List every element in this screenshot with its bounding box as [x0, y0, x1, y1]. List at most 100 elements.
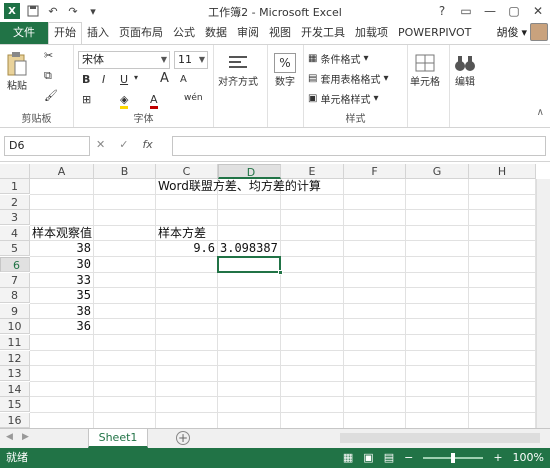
row-header-3[interactable]: 3: [0, 210, 30, 226]
column-header-g[interactable]: G: [406, 164, 469, 179]
row-header-7[interactable]: 7: [0, 272, 30, 288]
number-format-button[interactable]: % 数字: [274, 53, 296, 88]
conditional-format-button[interactable]: ▦ 条件格式 ▾: [308, 51, 368, 66]
save-icon[interactable]: [26, 4, 40, 18]
minimize-button[interactable]: —: [478, 0, 502, 22]
tab-powerpivot[interactable]: POWERPIVOT: [393, 22, 476, 44]
tab-page-layout[interactable]: 页面布局: [114, 22, 168, 44]
row-header-6[interactable]: 6: [0, 257, 30, 272]
row-header-4[interactable]: 4: [0, 225, 30, 241]
cell-a7[interactable]: 33: [30, 273, 91, 288]
row-header-9[interactable]: 9: [0, 303, 30, 319]
sheet-prev-icon[interactable]: ◀: [6, 432, 13, 442]
ribbon-display-button[interactable]: ▭: [454, 0, 478, 22]
row-header-11[interactable]: 11: [0, 335, 30, 350]
alignment-button[interactable]: 对齐方式: [218, 53, 258, 88]
cells-button[interactable]: 单元格: [410, 53, 440, 88]
cell-a10[interactable]: 36: [30, 319, 91, 334]
name-box[interactable]: D6: [4, 136, 90, 156]
column-header-f[interactable]: F: [344, 164, 406, 179]
formula-input[interactable]: [172, 136, 546, 156]
add-sheet-button[interactable]: +: [176, 431, 190, 445]
insert-function-icon[interactable]: fx: [142, 138, 152, 151]
cell-a9[interactable]: 38: [30, 304, 91, 319]
help-button[interactable]: ?: [430, 0, 454, 22]
account-area[interactable]: 胡俊 ▾: [496, 23, 548, 41]
fill-handle[interactable]: [278, 269, 283, 275]
sheet-next-icon[interactable]: ▶: [22, 432, 29, 442]
tab-insert[interactable]: 插入: [82, 22, 114, 44]
vertical-scrollbar[interactable]: [536, 179, 550, 428]
grow-font-button[interactable]: A: [160, 71, 169, 86]
cancel-icon[interactable]: ✕: [96, 138, 105, 151]
fill-color-icon[interactable]: ◈: [120, 93, 129, 109]
cell-a8[interactable]: 35: [30, 288, 91, 303]
zoom-in-icon[interactable]: +: [493, 448, 502, 468]
zoom-out-icon[interactable]: −: [404, 448, 413, 468]
undo-icon[interactable]: ↶: [46, 4, 60, 18]
italic-button[interactable]: I: [102, 73, 105, 86]
copy-icon[interactable]: ⧉: [44, 69, 52, 83]
collapse-ribbon-icon[interactable]: ∧: [537, 107, 544, 118]
cell-c5[interactable]: 9.6: [156, 241, 215, 256]
worksheet-grid[interactable]: A B C D E F G H 1 2 3 4 5 6 7 8 9 10 11 12 13 14 15 16 Word联盟方差、…: [0, 164, 550, 428]
shrink-font-button[interactable]: A: [180, 74, 187, 85]
row-header-10[interactable]: 10: [0, 319, 30, 335]
tab-home[interactable]: 开始: [48, 22, 82, 44]
cell-a4[interactable]: 样本观察值: [32, 226, 92, 241]
active-cell-cursor[interactable]: [217, 256, 281, 273]
tab-review[interactable]: 审阅: [232, 22, 264, 44]
cell-c1[interactable]: Word联盟方差、均方差的计算: [158, 179, 321, 194]
enter-icon[interactable]: ✓: [119, 138, 128, 151]
row-header-14[interactable]: 14: [0, 381, 30, 397]
zoom-slider[interactable]: [423, 453, 484, 463]
page-break-view-icon[interactable]: ▤: [384, 448, 394, 468]
row-header-12[interactable]: 12: [0, 350, 30, 366]
maximize-button[interactable]: ▢: [502, 0, 526, 22]
font-family-select[interactable]: 宋体 ▼: [78, 51, 170, 69]
column-header-e[interactable]: E: [281, 164, 344, 179]
tab-file[interactable]: 文件: [0, 22, 48, 44]
cell-a5[interactable]: 38: [30, 241, 91, 256]
bold-button[interactable]: B: [82, 73, 90, 86]
redo-icon[interactable]: ↷: [66, 4, 80, 18]
cell-a6[interactable]: 30: [30, 257, 91, 272]
phonetic-button[interactable]: wén: [184, 93, 203, 103]
account-dropdown-icon[interactable]: ▾: [521, 26, 527, 39]
zoom-level[interactable]: 100%: [513, 448, 544, 468]
underline-button[interactable]: U: [120, 73, 128, 86]
column-header-d[interactable]: D: [218, 164, 281, 179]
tab-data[interactable]: 数据: [200, 22, 232, 44]
cut-icon[interactable]: ✂: [44, 49, 53, 62]
column-header-c[interactable]: C: [156, 164, 218, 179]
tab-view[interactable]: 视图: [264, 22, 296, 44]
row-header-15[interactable]: 15: [0, 397, 30, 413]
font-color-icon[interactable]: A: [150, 93, 158, 109]
underline-dropdown-icon[interactable]: ▾: [134, 73, 138, 82]
column-header-h[interactable]: H: [469, 164, 536, 179]
tab-formulas[interactable]: 公式: [168, 22, 200, 44]
row-header-2[interactable]: 2: [0, 194, 30, 210]
border-icon[interactable]: ⊞: [82, 93, 91, 106]
cell-c4[interactable]: 样本方差: [158, 226, 206, 241]
page-layout-view-icon[interactable]: ▣: [363, 448, 373, 468]
font-size-select[interactable]: 11 ▼: [174, 51, 208, 69]
row-header-8[interactable]: 8: [0, 288, 30, 304]
tab-addins[interactable]: 加载项: [350, 22, 393, 44]
row-header-13[interactable]: 13: [0, 366, 30, 382]
row-header-5[interactable]: 5: [0, 241, 30, 257]
row-header-1[interactable]: 1: [0, 179, 30, 194]
sheet-tab-sheet1[interactable]: Sheet1: [88, 429, 148, 448]
format-painter-icon[interactable]: 🖌: [44, 89, 58, 102]
customize-qat-icon[interactable]: ▾: [86, 4, 100, 18]
row-header-16[interactable]: 16: [0, 413, 30, 428]
avatar[interactable]: [530, 23, 548, 41]
column-header-a[interactable]: A: [30, 164, 94, 179]
account-name[interactable]: 胡俊: [496, 24, 518, 40]
normal-view-icon[interactable]: ▦: [343, 448, 353, 468]
paste-button[interactable]: 粘贴: [6, 51, 28, 92]
tab-developer[interactable]: 开发工具: [296, 22, 350, 44]
editing-button[interactable]: 编辑: [454, 53, 476, 88]
column-header-b[interactable]: B: [94, 164, 156, 179]
format-as-table-button[interactable]: ▤ 套用表格格式 ▾: [308, 71, 388, 86]
